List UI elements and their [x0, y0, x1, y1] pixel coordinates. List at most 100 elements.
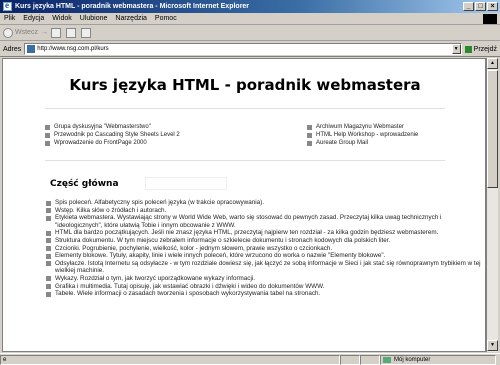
status-bar: e Mój komputer — [0, 353, 500, 365]
forward-button[interactable]: → — [41, 27, 48, 39]
bullet-icon — [46, 291, 51, 297]
link-magazine-archive[interactable]: Archiwum Magazynu Webmaster — [307, 123, 418, 131]
bullet-icon — [307, 132, 312, 138]
address-input[interactable]: http://www.nsg.com.pl/kurs ▼ — [24, 43, 462, 55]
menu-tools[interactable]: Narzędzia — [111, 15, 151, 22]
menu-edit[interactable]: Edycja — [19, 15, 48, 22]
link-newsgroup[interactable]: Grupa dyskusyjna "Webmasterstwo" — [45, 123, 180, 131]
status-zone: Mój komputer — [380, 354, 496, 365]
bullet-icon — [46, 276, 51, 282]
window-title: Kurs języka HTML - poradnik webmastera -… — [15, 3, 250, 10]
link-label: Wprowadzenie do FrontPage 2000 — [54, 140, 147, 146]
page-content: Kurs języka HTML - poradnik webmastera G… — [2, 58, 486, 352]
divider-middle — [45, 160, 445, 161]
title-bar: Kurs języka HTML - poradnik webmastera -… — [0, 0, 500, 13]
item-text: Czcionki. Pogrubienie, pochylenie, wielk… — [55, 244, 333, 252]
menu-view[interactable]: Widok — [48, 15, 75, 22]
bullet-icon — [46, 208, 51, 214]
address-url: http://www.nsg.com.pl/kurs — [37, 46, 109, 52]
refresh-button[interactable] — [65, 27, 78, 39]
list-item[interactable]: Tabele. Wiele informacji o zasadach twor… — [46, 290, 485, 298]
list-item[interactable]: Odsyłacze. Istotą Internetu są odsyłacze… — [46, 260, 485, 275]
item-text: Wykazy. Rozdział o tym, jak tworzyć upor… — [55, 274, 255, 282]
list-item[interactable]: Czcionki. Pogrubienie, pochylenie, wielk… — [46, 244, 485, 253]
scroll-up-icon[interactable]: ▲ — [487, 58, 498, 69]
close-button[interactable]: × — [487, 2, 498, 11]
item-text: Wstęp. Kilka słów o źródłach i autorach. — [55, 206, 167, 214]
bullet-icon — [46, 246, 51, 252]
vertical-scrollbar[interactable]: ▲ ▼ — [486, 58, 498, 352]
zone-label: Mój komputer — [394, 356, 431, 363]
home-icon — [80, 27, 91, 38]
go-label: Przejdź — [473, 45, 497, 53]
menu-favorites[interactable]: Ulubione — [76, 15, 112, 22]
item-text: Spis poleceń. Alfabetyczny spis poleceń … — [55, 199, 264, 206]
toolbar: Wstecz → — [0, 25, 500, 41]
bullet-icon — [307, 140, 312, 146]
back-icon — [3, 27, 13, 38]
forward-icon: → — [40, 29, 48, 36]
bullet-icon — [46, 284, 51, 290]
related-links-right: Archiwum Magazynu Webmaster HTML Help Wo… — [307, 123, 418, 147]
bullet-icon — [307, 124, 312, 130]
link-label: Grupa dyskusyjna "Webmasterstwo" — [54, 124, 151, 130]
refresh-icon — [65, 27, 76, 38]
section-banner — [145, 177, 227, 190]
list-item[interactable]: HTML dla bardzo początkujących. Jeśli ni… — [46, 229, 485, 237]
bullet-icon — [46, 215, 51, 221]
status-security — [360, 354, 380, 365]
link-label: HTML Help Workshop - wprowadzenie — [316, 132, 419, 138]
bullet-icon — [46, 261, 51, 267]
menu-bar: Plik Edycja Widok Ulubione Narzędzia Pom… — [0, 13, 500, 25]
list-item[interactable]: Grafika i multimedia. Tutaj opisuję, jak… — [46, 282, 485, 291]
link-aureate[interactable]: Aureate Group Mail — [307, 139, 418, 147]
list-item[interactable]: Etykieta webmastera. Wystawiając strony … — [46, 214, 485, 229]
link-label: Aureate Group Mail — [316, 140, 369, 146]
address-bar: Adres http://www.nsg.com.pl/kurs ▼ Przej… — [0, 42, 500, 57]
minimize-button[interactable]: _ — [463, 2, 474, 11]
related-links-left: Grupa dyskusyjna "Webmasterstwo" Przewod… — [45, 123, 180, 147]
home-button[interactable] — [80, 27, 93, 39]
go-button[interactable]: Przejdź — [462, 45, 500, 53]
link-label: Przewodnik po Cascading Style Sheets Lev… — [54, 132, 180, 138]
menu-help[interactable]: Pomoc — [151, 15, 181, 22]
scroll-thumb[interactable] — [487, 70, 498, 188]
ie-logo-icon — [3, 0, 12, 11]
section-title: Część główna — [50, 179, 119, 189]
go-arrow-icon — [464, 45, 472, 53]
back-label: Wstecz — [15, 29, 38, 36]
list-item[interactable]: Wykazy. Rozdział o tym, jak tworzyć upor… — [46, 274, 485, 283]
windows-logo-icon — [483, 13, 497, 24]
list-item[interactable]: Elementy blokowe. Tytuły, akapity, linie… — [46, 252, 485, 260]
menu-file[interactable]: Plik — [0, 15, 19, 22]
computer-icon — [383, 356, 391, 363]
maximize-button[interactable]: □ — [475, 2, 486, 11]
stop-icon — [50, 27, 61, 38]
link-label: Archiwum Magazynu Webmaster — [316, 124, 404, 130]
list-item[interactable]: Spis poleceń. Alfabetyczny spis poleceń … — [46, 199, 485, 207]
divider-top — [45, 108, 445, 109]
page-heading: Kurs języka HTML - poradnik webmastera — [69, 76, 421, 94]
stop-button[interactable] — [50, 27, 63, 39]
item-text: Tabele. Wiele informacji o zasadach twor… — [55, 290, 321, 298]
status-text: e — [0, 354, 340, 365]
scroll-down-icon[interactable]: ▼ — [487, 340, 498, 351]
page-icon — [27, 45, 36, 53]
bullet-icon — [46, 230, 51, 236]
address-dropdown-icon[interactable]: ▼ — [451, 44, 461, 54]
link-frontpage[interactable]: Wprowadzenie do FrontPage 2000 — [45, 139, 180, 147]
status-progress — [340, 354, 360, 365]
link-css-guide[interactable]: Przewodnik po Cascading Style Sheets Lev… — [45, 131, 180, 139]
item-text: Elementy blokowe. Tytuły, akapity, linie… — [55, 252, 386, 260]
window-controls: _ □ × — [463, 2, 498, 11]
list-item[interactable]: Struktura dokumentu. W tym miejscu zebra… — [46, 236, 485, 245]
back-button[interactable]: Wstecz — [3, 27, 38, 39]
bullet-icon — [45, 132, 50, 138]
link-html-help[interactable]: HTML Help Workshop - wprowadzenie — [307, 131, 418, 139]
item-text: Grafika i multimedia. Tutaj opisuję, jak… — [55, 282, 325, 290]
item-text: Etykieta webmastera. Wystawiając strony … — [55, 214, 442, 229]
item-text: Struktura dokumentu. W tym miejscu zebra… — [55, 236, 391, 244]
list-item[interactable]: Wstęp. Kilka słów o źródłach i autorach. — [46, 206, 485, 215]
bullet-icon — [45, 140, 50, 146]
item-text: HTML dla bardzo początkujących. Jeśli ni… — [55, 229, 439, 237]
